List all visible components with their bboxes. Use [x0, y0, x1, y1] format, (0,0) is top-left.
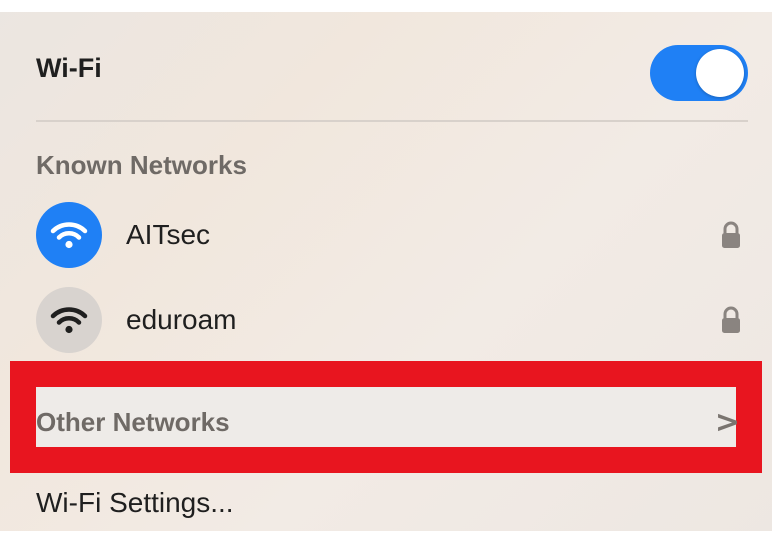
lock-icon [720, 305, 742, 335]
known-networks-label: Known Networks [36, 149, 247, 180]
wifi-header: Wi-Fi [36, 40, 748, 101]
network-item-eduroam[interactable]: eduroam [36, 284, 748, 356]
wifi-icon [36, 202, 102, 268]
toggle-knob [696, 49, 744, 97]
wifi-settings-item[interactable]: Wi-Fi Settings... [36, 475, 748, 531]
network-name: eduroam [126, 304, 237, 335]
network-item-aitsec[interactable]: AITsec [36, 199, 748, 271]
lock-icon [720, 220, 742, 250]
wifi-icon [36, 287, 102, 353]
wifi-toggle[interactable] [650, 45, 748, 101]
other-networks-label: Other Networks [36, 406, 230, 437]
chevron-right-icon: > [714, 404, 740, 440]
wifi-title: Wi-Fi [36, 52, 102, 83]
wifi-menu-panel: Wi-Fi Known Networks AITsec eduroam Othe… [0, 0, 772, 543]
other-networks-item[interactable]: Other Networks > [36, 392, 748, 452]
wifi-settings-label: Wi-Fi Settings... [36, 487, 234, 518]
divider [36, 120, 748, 122]
network-name: AITsec [126, 219, 211, 250]
